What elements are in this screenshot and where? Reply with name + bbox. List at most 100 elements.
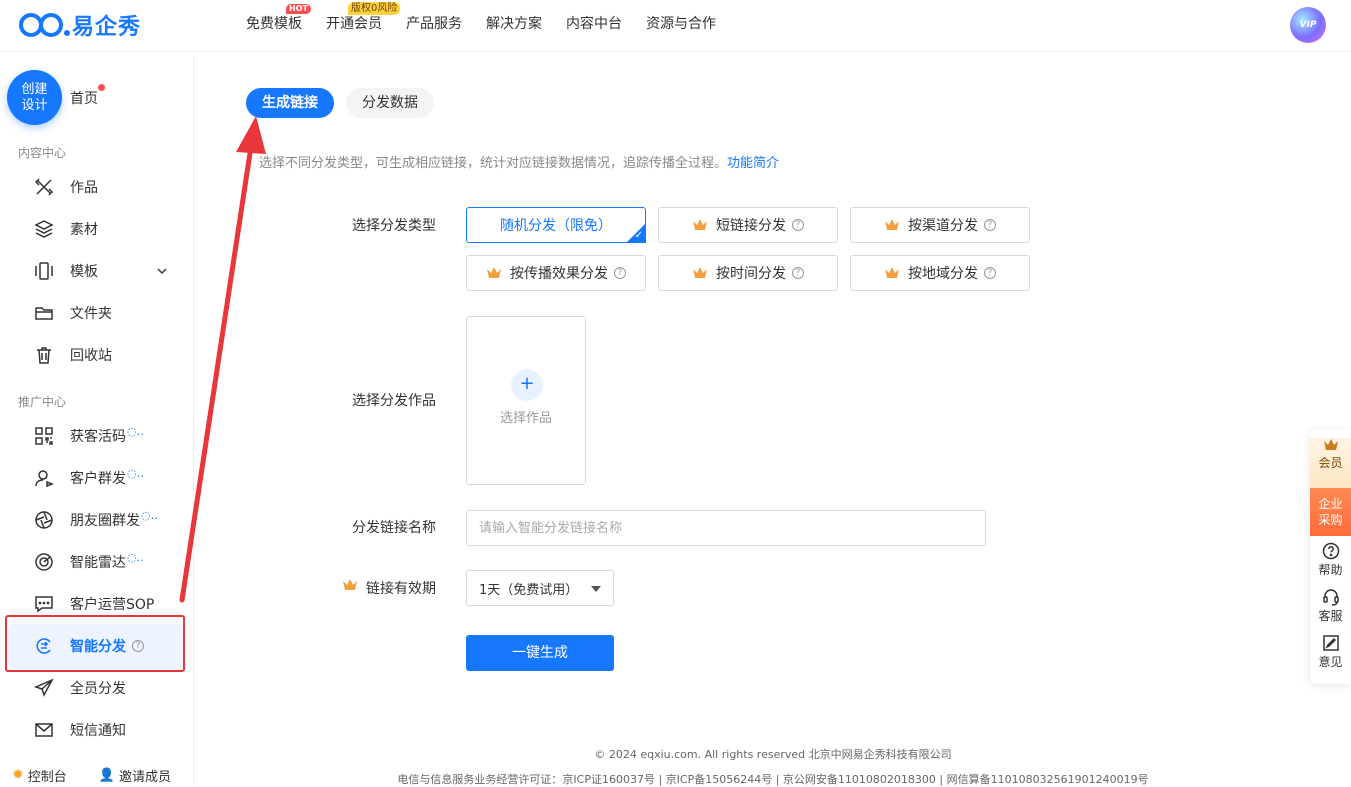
- create-design-button[interactable]: 创建 设计: [7, 70, 62, 125]
- sidebar-item-label: 全员分发: [70, 681, 126, 697]
- sidebar-item-folders[interactable]: 文件夹: [34, 301, 112, 325]
- vip-label: VIP: [1299, 20, 1317, 30]
- option-by-time[interactable]: 按时间分发?: [658, 255, 838, 291]
- ai-chat-icon: ◌‥: [127, 466, 144, 480]
- user-avatar[interactable]: VIP: [1290, 7, 1326, 43]
- sidebar-item-moments-broadcast[interactable]: 朋友圈群发 ◌‥: [34, 508, 158, 532]
- nav-products[interactable]: 产品服务: [406, 0, 462, 48]
- select-work-box[interactable]: + 选择作品: [466, 316, 586, 485]
- float-enterprise-label: 采购: [1318, 513, 1343, 527]
- nav-label: 解决方案: [486, 16, 542, 32]
- crown-icon: [1323, 439, 1338, 450]
- sidebar-item-label: 模板: [70, 264, 98, 280]
- crown-icon: [693, 219, 707, 230]
- top-navigation-bar: 易企秀 免费模板 HOT 开通会员 版权0风险 产品服务 解决方案 内容中台 资…: [0, 0, 1351, 52]
- option-label: 按时间分发: [716, 266, 786, 282]
- help-icon[interactable]: ?: [792, 267, 804, 279]
- crown-icon: [693, 267, 707, 278]
- section-label-promo: 推广中心: [18, 395, 67, 409]
- nav-content-hub[interactable]: 内容中台: [566, 0, 622, 48]
- invite-members-link[interactable]: 邀请成员: [119, 766, 171, 785]
- mail-icon: [34, 720, 54, 740]
- sidebar-item-label: 回收站: [70, 348, 112, 364]
- nav-solutions[interactable]: 解决方案: [486, 0, 542, 48]
- crown-icon: [343, 579, 357, 590]
- help-icon[interactable]: ?: [984, 267, 996, 279]
- paper-plane-icon: [34, 678, 54, 698]
- copyright-badge: 版权0风险: [348, 2, 401, 15]
- nav-membership[interactable]: 开通会员 版权0风险: [326, 0, 401, 48]
- create-label: 创建: [21, 81, 48, 97]
- option-label: 按地域分发: [908, 266, 978, 282]
- sidebar-item-label: 文件夹: [70, 306, 112, 322]
- template-icon: [34, 261, 54, 281]
- sidebar-item-sms-notice[interactable]: 短信通知: [34, 718, 126, 742]
- nav-resources[interactable]: 资源与合作: [646, 0, 716, 48]
- float-customer-service[interactable]: 客服: [1310, 582, 1351, 628]
- sidebar-item-materials[interactable]: 素材: [34, 217, 98, 241]
- nav-label: 免费模板: [246, 16, 302, 32]
- feature-description: 选择不同分发类型，可生成相应链接，统计对应链接数据情况，追踪传播全过程。功能简介: [259, 152, 779, 171]
- option-by-channel[interactable]: 按渠道分发?: [850, 207, 1030, 243]
- tab-generate-link[interactable]: 生成链接: [246, 88, 334, 118]
- link-name-input[interactable]: [466, 510, 986, 546]
- validity-label: 链接有效期: [366, 581, 436, 597]
- hot-badge: HOT: [286, 4, 311, 14]
- tab-distribution-data[interactable]: 分发数据: [346, 88, 434, 118]
- float-feedback-label: 意见: [1318, 655, 1343, 669]
- option-by-region[interactable]: 按地域分发?: [850, 255, 1030, 291]
- nav-label: 内容中台: [566, 16, 622, 32]
- create-label: 设计: [21, 97, 48, 113]
- add-user-icon: 👤: [98, 767, 115, 783]
- nav-free-templates[interactable]: 免费模板 HOT: [246, 0, 311, 48]
- sidebar-item-trash[interactable]: 回收站: [34, 343, 112, 367]
- sidebar-bottom-bar: ✹ 控制台 👤 邀请成员: [0, 764, 194, 786]
- brand-logo[interactable]: 易企秀: [18, 9, 141, 41]
- radar-icon: [34, 552, 54, 572]
- sidebar-item-label: 短信通知: [70, 723, 126, 739]
- float-vip[interactable]: 会员: [1310, 438, 1351, 488]
- feature-intro-link[interactable]: 功能简介: [727, 156, 779, 171]
- help-icon[interactable]: ?: [792, 219, 804, 231]
- sidebar-item-customer-sop[interactable]: 客户运营SOP: [34, 592, 154, 616]
- sidebar-item-staff-distribution[interactable]: 全员分发: [34, 676, 126, 700]
- description-text: 选择不同分发类型，可生成相应链接，统计对应链接数据情况，追踪传播全过程。: [259, 156, 728, 171]
- edit-icon: [1322, 635, 1339, 651]
- work-label: 选择分发作品: [352, 393, 436, 409]
- user-send-icon: [34, 468, 54, 488]
- sidebar-item-label: 智能雷达: [70, 555, 126, 571]
- chevron-down-icon[interactable]: [156, 265, 168, 277]
- option-random-distribution[interactable]: 随机分发（限免） ✓: [466, 207, 646, 243]
- sidebar-item-customer-broadcast[interactable]: 客户群发 ◌‥: [34, 466, 144, 490]
- sidebar-item-lead-qrcode[interactable]: 获客活码 ◌‥: [34, 424, 144, 448]
- right-floating-panel: 会员 企业 采购 帮助 客服 意见: [1310, 430, 1351, 684]
- tools-icon: [34, 177, 54, 197]
- option-by-spread-effect[interactable]: 按传播效果分发?: [466, 255, 646, 291]
- chat-bubble-icon: [34, 594, 54, 614]
- float-help[interactable]: 帮助: [1310, 536, 1351, 582]
- float-enterprise-purchase[interactable]: 企业 采购: [1310, 488, 1351, 536]
- sidebar-item-label: 获客活码: [70, 429, 126, 445]
- option-short-link[interactable]: 短链接分发?: [658, 207, 838, 243]
- help-icon[interactable]: ?: [984, 219, 996, 231]
- qrcode-icon: [34, 426, 54, 446]
- sidebar-item-works[interactable]: 作品: [34, 175, 98, 199]
- sidebar-item-label: 客户群发: [70, 471, 126, 487]
- aperture-icon: [34, 510, 54, 530]
- gear-icon: ✹: [12, 767, 24, 783]
- question-icon: [1322, 542, 1339, 560]
- dropdown-arrow-icon: [591, 586, 601, 592]
- sidebar-item-label: 客户运营SOP: [70, 597, 155, 613]
- console-link[interactable]: 控制台: [28, 766, 67, 785]
- nav-label: 资源与合作: [646, 16, 716, 32]
- validity-select[interactable]: 1天（免费试用）: [466, 570, 614, 606]
- notification-dot: [98, 84, 105, 91]
- help-icon[interactable]: ?: [614, 267, 626, 279]
- float-vip-label: 会员: [1318, 456, 1343, 470]
- link-name-label: 分发链接名称: [352, 520, 436, 536]
- generate-button[interactable]: 一键生成: [466, 635, 614, 671]
- sidebar-item-templates[interactable]: 模板: [34, 259, 98, 283]
- sidebar-item-smart-radar[interactable]: 智能雷达 ◌‥: [34, 550, 144, 574]
- float-feedback[interactable]: 意见: [1310, 628, 1351, 674]
- sidebar-item-home[interactable]: 首页: [70, 88, 98, 108]
